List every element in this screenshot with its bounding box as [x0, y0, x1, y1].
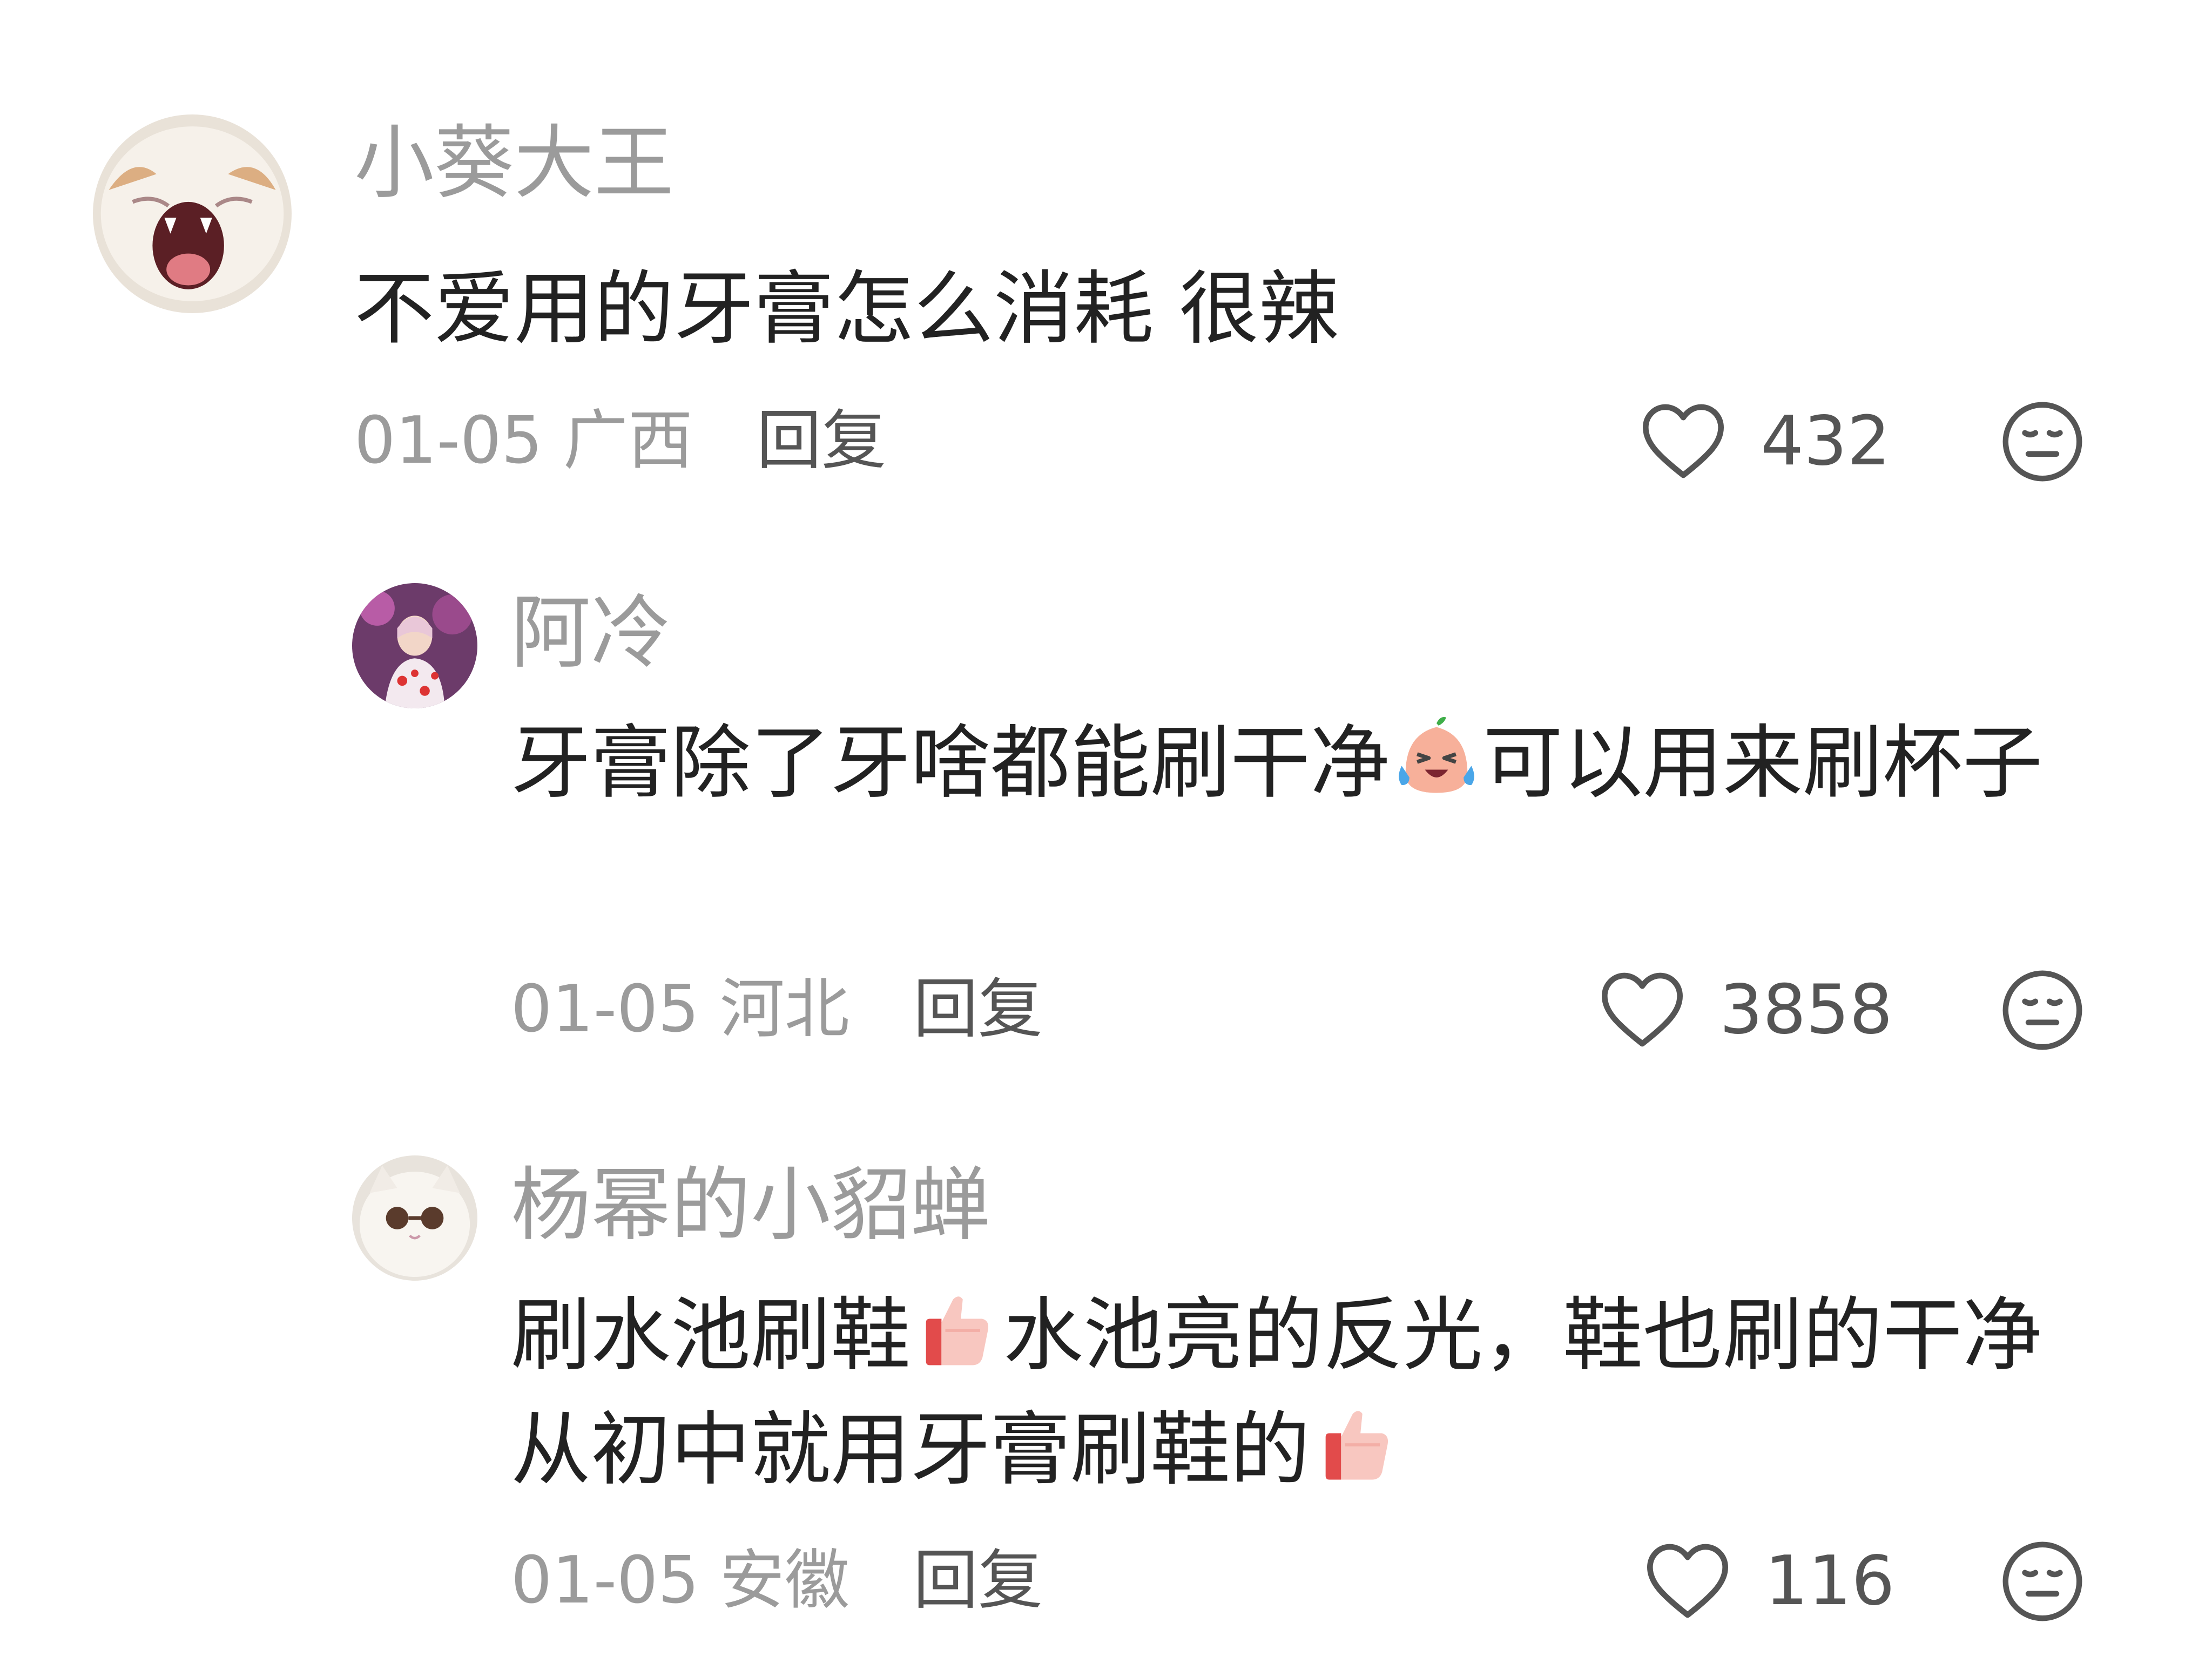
heart-outline-icon [1647, 1544, 1728, 1618]
like-button[interactable]: 3858 [1599, 966, 1893, 1053]
comment-text-part: 可以用来刷杯子 [1483, 716, 2042, 809]
comment-location: 广西 [563, 403, 693, 478]
username[interactable]: 阿冷 [511, 584, 671, 681]
username[interactable]: 小葵大王 [354, 114, 674, 212]
thumbs-up-emoji [1310, 1398, 1403, 1491]
comment-text: 刷水池刷鞋 水池亮的反光，鞋也刷的干净从初中就用牙膏刷鞋的 [511, 1278, 2088, 1507]
comment-item: 小葵大王 不爱用的牙膏怎么消耗 很辣 01-05 广西 回复 432 [0, 0, 2212, 540]
person-avatar-image [352, 583, 477, 708]
comment-date: 01-05 [511, 972, 699, 1047]
avatar[interactable] [93, 114, 292, 313]
comment-text: 不爱用的牙膏怎么消耗 很辣 [354, 262, 1339, 355]
like-button[interactable]: 432 [1640, 398, 1891, 484]
comment-text: 牙膏除了牙啥都能刷干净 可以用来刷杯子 [511, 706, 2088, 820]
comment-location: 河北 [719, 972, 849, 1047]
heart-outline-icon [1602, 972, 1683, 1047]
comment-date: 01-05 [511, 1543, 699, 1618]
like-count: 116 [1765, 1541, 1895, 1620]
comment-text-part: 牙膏除了牙啥都能刷干净 [511, 716, 1390, 809]
heart-outline-icon [1643, 404, 1724, 478]
laughing-crying-emoji [1390, 712, 1483, 804]
comment-date: 01-05 [354, 403, 543, 478]
cat-avatar-image [93, 114, 292, 313]
like-count: 3858 [1719, 970, 1893, 1049]
comment-meta: 01-05 广西 回复 [354, 398, 886, 484]
avatar[interactable] [352, 1155, 477, 1281]
like-count: 432 [1761, 401, 1891, 481]
reply-button[interactable]: 回复 [913, 972, 1043, 1047]
thumbs-up-emoji [911, 1284, 1003, 1377]
neutral-face-icon[interactable] [2000, 1539, 2085, 1624]
reply-button[interactable]: 回复 [913, 1543, 1043, 1618]
reply-button[interactable]: 回复 [757, 403, 886, 478]
avatar[interactable] [352, 583, 477, 708]
comment-item: 杨幂的小貂蝉 刷水池刷鞋 水池亮的反光，鞋也刷的干净从初中就用牙膏刷鞋的 01-… [0, 1112, 2212, 1677]
comment-item: 阿冷 牙膏除了牙啥都能刷干净 可以用来刷杯子 01-05 河北 回复 3858 [0, 540, 2212, 1112]
comment-meta: 01-05 河北 回复 [511, 966, 1043, 1053]
comment-text-part: 刷水池刷鞋 [511, 1289, 911, 1382]
comment-meta: 01-05 安徽 回复 [511, 1538, 1043, 1624]
neutral-face-icon[interactable] [2000, 400, 2085, 484]
like-button[interactable]: 116 [1644, 1538, 1895, 1624]
cat-sunglasses-avatar-image [352, 1155, 477, 1281]
neutral-face-icon[interactable] [2000, 968, 2085, 1052]
comment-location: 安徽 [719, 1543, 849, 1618]
username[interactable]: 杨幂的小貂蝉 [511, 1157, 990, 1254]
